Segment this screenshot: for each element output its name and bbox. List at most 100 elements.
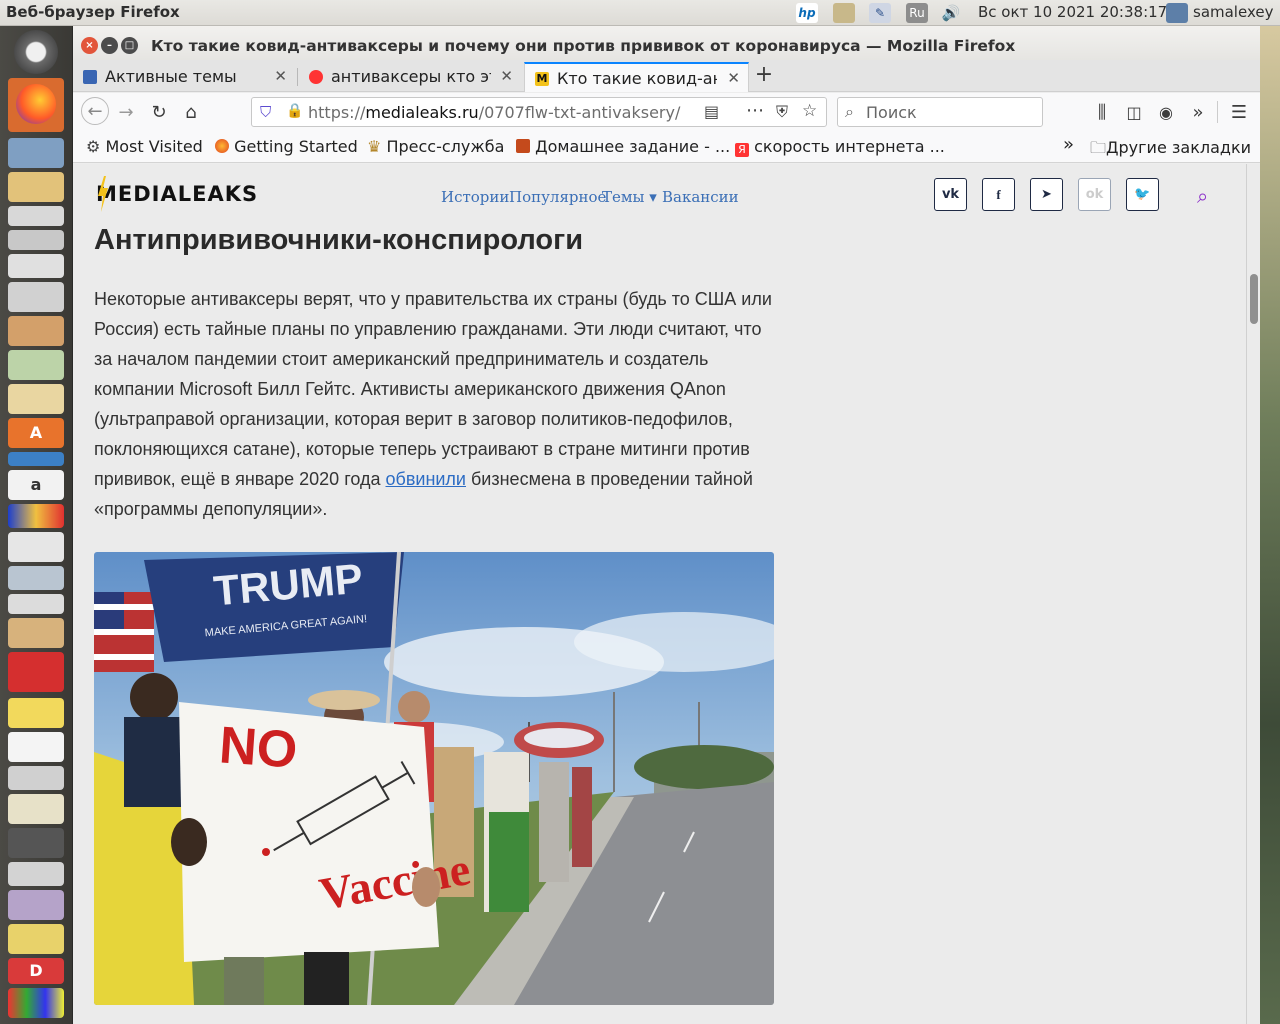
- close-tab-icon[interactable]: ✕: [274, 67, 287, 85]
- bookmark-getting-started[interactable]: Getting Started: [215, 137, 358, 156]
- forward-arrow-icon[interactable]: →: [115, 101, 137, 123]
- presentation-launcher-icon[interactable]: [8, 384, 64, 414]
- terminal-launcher-icon[interactable]: [8, 532, 64, 562]
- arduino-launcher-icon[interactable]: [8, 652, 64, 692]
- bookmark-press-service[interactable]: ♛ Пресс-служба: [367, 137, 504, 156]
- active-app-name: Веб-браузер Firefox: [6, 3, 180, 21]
- site-logo[interactable]: MEDIALEAKS: [96, 176, 259, 212]
- webcam-launcher-icon[interactable]: [8, 594, 64, 614]
- library-icon[interactable]: ⫼: [1091, 101, 1113, 123]
- lightning-bolt-icon: [98, 176, 108, 212]
- telegram-icon[interactable]: ➤: [1030, 178, 1063, 211]
- odnoklassniki-icon[interactable]: ok: [1078, 178, 1111, 211]
- bookmarks-overflow-chevron-icon[interactable]: »: [1063, 134, 1074, 155]
- tea-launcher-icon[interactable]: [8, 924, 64, 954]
- pen-tool-icon[interactable]: ✎: [869, 3, 891, 23]
- accused-link[interactable]: обвинили: [386, 469, 467, 489]
- bookmark-star-icon[interactable]: ☆: [802, 101, 817, 121]
- tab-active-topics[interactable]: Активные темы ✕: [73, 62, 295, 92]
- facebook-icon[interactable]: f: [982, 178, 1015, 211]
- page-actions-icon[interactable]: ⋯: [746, 100, 764, 121]
- editor-launcher-icon[interactable]: [8, 732, 64, 762]
- close-tab-icon[interactable]: ✕: [727, 69, 740, 87]
- tools-launcher-icon[interactable]: [8, 890, 64, 920]
- bookmark-internet-speed[interactable]: Я скорость интернета ...: [735, 137, 945, 157]
- search-icon[interactable]: ⌕: [1197, 184, 1208, 208]
- camera-launcher-icon[interactable]: [8, 566, 64, 590]
- printer-launcher-icon[interactable]: [8, 282, 64, 312]
- url-bar[interactable]: ⛉ 🔒 https://medialeaks.ru/0707flw-txt-an…: [251, 97, 827, 127]
- close-tab-icon[interactable]: ✕: [500, 67, 513, 85]
- user-computer-icon[interactable]: [1166, 3, 1188, 23]
- maximize-window-button[interactable]: □: [121, 37, 138, 54]
- archive-launcher-icon[interactable]: [8, 316, 64, 346]
- tab-label: антиваксеры кто это: [331, 67, 491, 86]
- home-icon[interactable]: ⌂: [180, 101, 202, 123]
- back-arrow-icon[interactable]: ←: [81, 97, 109, 125]
- search-icon: ⌕: [845, 102, 854, 121]
- twitter-icon[interactable]: 🐦: [1126, 178, 1159, 211]
- firefox-launcher-icon[interactable]: [8, 78, 64, 132]
- disk-launcher-icon[interactable]: [8, 206, 64, 226]
- keyboard-layout-indicator[interactable]: Ru: [906, 3, 928, 23]
- nav-vacancies[interactable]: Вакансии: [662, 188, 739, 206]
- nav-stories[interactable]: Истории: [441, 188, 509, 206]
- article-paragraph: Некоторые антиваксеры верят, что у прави…: [94, 284, 784, 524]
- color-launcher-icon[interactable]: [8, 504, 64, 528]
- game-launcher-icon[interactable]: [8, 862, 64, 886]
- article-photo-anti-vaccine-protest[interactable]: TRUMP MAKE AMERICA GREAT AGAIN! NO Vacci…: [94, 552, 774, 1005]
- other-bookmarks-folder[interactable]: 🗀Другие закладки: [1090, 137, 1251, 164]
- tab-yandex-search[interactable]: антиваксеры кто это ✕: [299, 62, 521, 92]
- help-launcher-icon[interactable]: [8, 452, 64, 466]
- user-name[interactable]: samalexey: [1193, 3, 1273, 21]
- reload-icon[interactable]: ↻: [148, 101, 170, 123]
- chromium-launcher-icon[interactable]: [8, 138, 64, 168]
- glasses-launcher-icon[interactable]: [8, 698, 64, 728]
- network-launcher-icon[interactable]: [8, 618, 64, 648]
- medialeaks-icon: M: [535, 72, 549, 86]
- tracking-shield-icon[interactable]: ⛉: [260, 103, 271, 121]
- account-icon[interactable]: ◉: [1155, 101, 1177, 123]
- monitor-launcher-icon[interactable]: [8, 794, 64, 824]
- close-window-button[interactable]: ×: [81, 37, 98, 54]
- lock-icon[interactable]: 🔒: [286, 103, 303, 119]
- spreadsheet-launcher-icon[interactable]: [8, 350, 64, 380]
- scrollbar-thumb[interactable]: [1250, 274, 1258, 324]
- tab-medialeaks-article[interactable]: M Кто такие ковид-антиваксеры ✕: [524, 62, 749, 92]
- minimize-window-button[interactable]: –: [101, 37, 118, 54]
- nav-popular[interactable]: Популярное: [509, 188, 606, 206]
- bookmark-homework[interactable]: Домашнее задание - ...: [516, 137, 730, 156]
- clipboard-icon[interactable]: [833, 3, 855, 23]
- pencils-launcher-icon[interactable]: [8, 988, 64, 1018]
- discourse-icon: [83, 70, 97, 84]
- search-bar[interactable]: ⌕ Поиск: [837, 97, 1043, 127]
- bookmark-most-visited[interactable]: ⚙ Most Visited: [86, 137, 203, 156]
- site-logo-text: MEDIALEAKS: [96, 182, 259, 206]
- reader-view-icon[interactable]: ▤: [704, 102, 719, 121]
- bookmarks-toolbar: ⚙ Most Visited Getting Started ♛ Пресс-с…: [73, 131, 1260, 163]
- overflow-chevron-icon[interactable]: »: [1187, 101, 1209, 123]
- calculator-launcher-icon[interactable]: [8, 766, 64, 790]
- d-launcher-icon[interactable]: D: [8, 958, 64, 984]
- sidebar-icon[interactable]: ◫: [1123, 101, 1145, 123]
- vk-icon[interactable]: vk: [934, 178, 967, 211]
- volume-icon[interactable]: 🔊: [940, 3, 962, 23]
- system-launcher-icon[interactable]: [8, 828, 64, 858]
- new-tab-icon[interactable]: +: [753, 62, 775, 87]
- paragraph-text: Некоторые антиваксеры верят, что у прави…: [94, 289, 772, 489]
- drive-launcher-icon[interactable]: [8, 254, 64, 278]
- amazon-launcher-icon[interactable]: a: [8, 470, 64, 500]
- tab-bar: Активные темы ✕ антиваксеры кто это ✕ M …: [73, 60, 1260, 92]
- nav-topics[interactable]: Темы ▾: [602, 188, 657, 206]
- dash-home-icon[interactable]: [14, 30, 58, 74]
- hp-printer-icon[interactable]: hp: [796, 3, 818, 23]
- clock[interactable]: Вс окт 10 2021 20:38:17: [978, 3, 1167, 21]
- top-panel: Веб-браузер Firefox hp ✎ Ru 🔊 Вс окт 10 …: [0, 0, 1280, 26]
- disk2-launcher-icon[interactable]: [8, 230, 64, 250]
- page-scrollbar[interactable]: [1246, 164, 1260, 1024]
- folder-icon: 🗀: [1090, 138, 1107, 157]
- scanner-launcher-icon[interactable]: [8, 172, 64, 202]
- pocket-icon[interactable]: ⛨: [776, 102, 788, 122]
- software-center-icon[interactable]: A: [8, 418, 64, 448]
- hamburger-menu-icon[interactable]: ☰: [1228, 101, 1250, 123]
